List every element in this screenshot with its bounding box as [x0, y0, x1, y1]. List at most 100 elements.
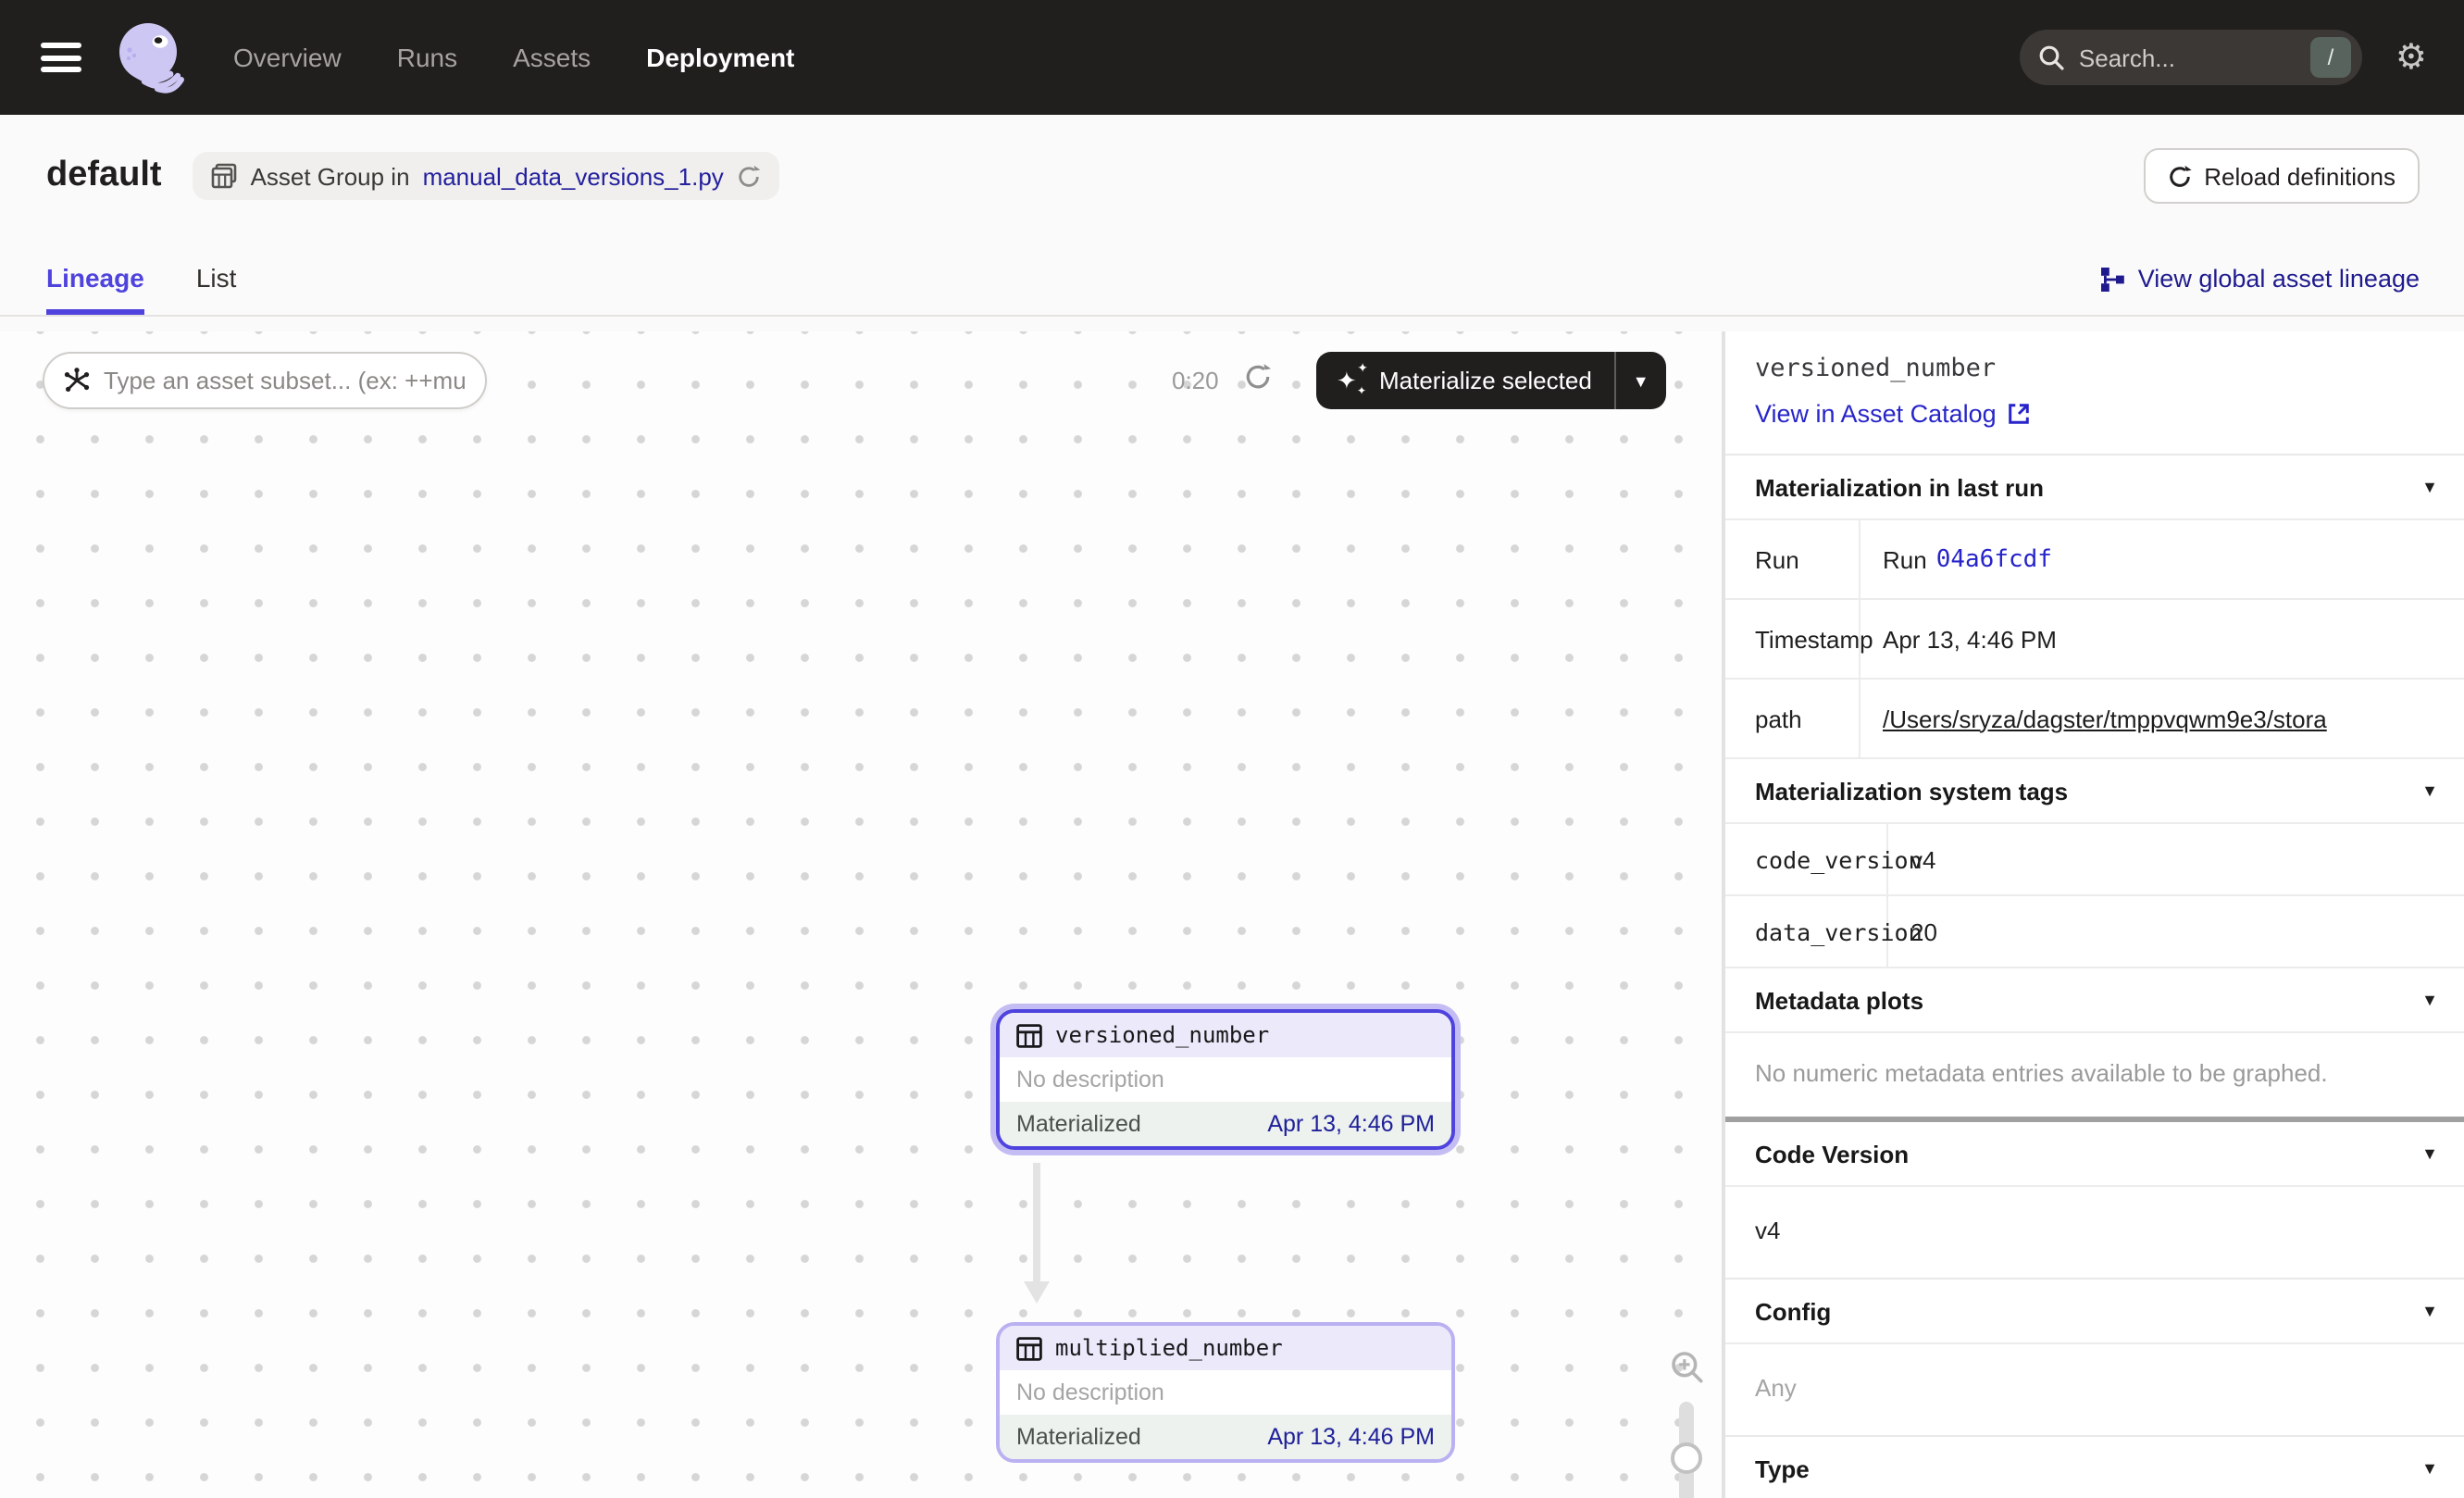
- materialized-label: Materialized: [1016, 1424, 1141, 1450]
- section-title: Type: [1755, 1454, 1810, 1482]
- page-title: default: [46, 156, 162, 196]
- tab-lineage[interactable]: Lineage: [46, 263, 144, 315]
- materialization-table: Run Run 04a6fcdf Timestamp Apr 13, 4:46 …: [1725, 518, 2464, 759]
- table-row-data-version: data_version 20: [1725, 896, 2464, 968]
- nav-item-deployment[interactable]: Deployment: [646, 43, 794, 72]
- asset-node-versioned-number[interactable]: versioned_number No description Material…: [996, 1009, 1455, 1150]
- page-header: default Asset Group in manual_data_versi…: [0, 115, 2464, 230]
- asset-subset-input[interactable]: [104, 367, 467, 394]
- external-link-icon: [2008, 402, 2032, 426]
- asset-node-title: multiplied_number: [1055, 1335, 1283, 1361]
- asset-node-header: versioned_number: [1000, 1013, 1451, 1057]
- materialized-timestamp-link[interactable]: Apr 13, 4:46 PM: [1267, 1424, 1435, 1450]
- materialize-selected-button[interactable]: ✦✦✦ Materialize selected: [1316, 352, 1614, 409]
- top-navbar: Overview Runs Assets Deployment / ⚙: [0, 0, 2464, 115]
- catalog-link-label: View in Asset Catalog: [1755, 400, 1997, 428]
- settings-gear-icon[interactable]: ⚙: [2396, 40, 2427, 75]
- section-title: Config: [1755, 1297, 1831, 1325]
- pill-refresh-icon[interactable]: [737, 164, 761, 188]
- view-in-asset-catalog-link[interactable]: View in Asset Catalog: [1755, 400, 2434, 428]
- section-title: Materialization in last run: [1755, 473, 2044, 501]
- lineage-edge-arrow: [1024, 1163, 1050, 1307]
- row-value: Run 04a6fcdf: [1860, 520, 2464, 598]
- row-value: v4: [1888, 824, 2464, 894]
- zoom-in-icon[interactable]: [1669, 1346, 1704, 1387]
- section-system-tags[interactable]: Materialization system tags ▼: [1725, 759, 2464, 822]
- refresh-timer: 0:20: [1172, 367, 1219, 394]
- section-config[interactable]: Config ▼: [1725, 1280, 2464, 1342]
- dagster-app: Overview Runs Assets Deployment / ⚙ defa…: [0, 0, 2464, 1498]
- dagster-logo-icon[interactable]: [111, 19, 189, 96]
- chevron-down-icon: ▼: [2421, 1302, 2438, 1320]
- nav-item-runs[interactable]: Runs: [397, 43, 457, 72]
- sparkle-icon: ✦✦✦: [1338, 367, 1366, 394]
- asset-detail-panel: versioned_number View in Asset Catalog M…: [1724, 331, 2464, 1498]
- panel-asset-name: versioned_number: [1755, 354, 2434, 383]
- asset-graph-pane: 0:20 ✦✦✦ Materialize selected ▼ versione…: [0, 331, 1724, 1498]
- materialized-timestamp-link[interactable]: Apr 13, 4:46 PM: [1267, 1111, 1435, 1137]
- section-title: Materialization system tags: [1755, 777, 2068, 805]
- table-icon: [1016, 1023, 1042, 1047]
- nav-item-overview[interactable]: Overview: [233, 43, 342, 72]
- zoom-slider-handle[interactable]: [1671, 1442, 1702, 1474]
- chevron-down-icon: ▼: [2421, 991, 2438, 1009]
- table-row-run: Run Run 04a6fcdf: [1725, 520, 2464, 600]
- run-id-link[interactable]: 04a6fcdf: [1936, 545, 2052, 573]
- table-row-timestamp: Timestamp Apr 13, 4:46 PM: [1725, 600, 2464, 680]
- view-global-asset-lineage-link[interactable]: View global asset lineage: [2099, 265, 2420, 315]
- lineage-graph-icon: [2099, 266, 2125, 292]
- materialize-split-button: ✦✦✦ Materialize selected ▼: [1316, 352, 1666, 409]
- asset-node-status-row: Materialized Apr 13, 4:46 PM: [1000, 1415, 1451, 1459]
- asset-node-description: No description: [1000, 1370, 1451, 1415]
- table-icon: [1016, 1336, 1042, 1360]
- reload-definitions-label: Reload definitions: [2204, 162, 2396, 190]
- asset-node-description: No description: [1000, 1057, 1451, 1102]
- asset-group-file-link[interactable]: manual_data_versions_1.py: [423, 162, 724, 190]
- asset-subset-filter[interactable]: [43, 352, 487, 409]
- row-key: code_version: [1725, 824, 1888, 894]
- reload-definitions-button[interactable]: Reload definitions: [2143, 148, 2420, 204]
- table-row-path: path /Users/sryza/dagster/tmppvqwm9e3/st…: [1725, 680, 2464, 759]
- path-link[interactable]: /Users/sryza/dagster/tmppvqwm9e3/stora: [1883, 705, 2327, 732]
- global-search[interactable]: /: [2020, 30, 2362, 85]
- panel-head: versioned_number View in Asset Catalog: [1725, 331, 2464, 454]
- materialized-label: Materialized: [1016, 1111, 1141, 1137]
- global-lineage-label: View global asset lineage: [2138, 265, 2420, 293]
- chevron-down-icon: ▼: [2421, 1144, 2438, 1163]
- chevron-down-icon: ▼: [2421, 781, 2438, 800]
- asset-node-status-row: Materialized Apr 13, 4:46 PM: [1000, 1102, 1451, 1146]
- asset-node-title: versioned_number: [1055, 1022, 1269, 1048]
- section-metadata-plots[interactable]: Metadata plots ▼: [1725, 968, 2464, 1031]
- search-input[interactable]: [2079, 44, 2310, 71]
- section-code-version[interactable]: Code Version ▼: [1725, 1122, 2464, 1185]
- asset-group-icon: [212, 163, 238, 189]
- reload-icon: [2167, 164, 2191, 188]
- asset-node-multiplied-number[interactable]: multiplied_number No description Materia…: [996, 1322, 1455, 1463]
- search-shortcut-badge: /: [2310, 37, 2351, 78]
- metadata-plots-empty-note: No numeric metadata entries available to…: [1725, 1031, 2464, 1117]
- section-materialization-last-run[interactable]: Materialization in last run ▼: [1725, 456, 2464, 518]
- row-key: path: [1725, 680, 1860, 757]
- graph-refresh-icon[interactable]: [1244, 363, 1272, 391]
- materialize-dropdown-button[interactable]: ▼: [1614, 352, 1666, 409]
- zoom-slider[interactable]: [1679, 1402, 1694, 1498]
- tab-list[interactable]: List: [196, 263, 237, 315]
- table-row-code-version: code_version v4: [1725, 824, 2464, 896]
- row-key: data_version: [1725, 896, 1888, 967]
- row-key: Timestamp: [1725, 600, 1860, 678]
- hamburger-menu-icon[interactable]: [41, 43, 81, 72]
- row-key: Run: [1725, 520, 1860, 598]
- section-type[interactable]: Type ▼: [1725, 1437, 2464, 1498]
- run-prefix: Run: [1883, 545, 1927, 573]
- asset-graph-icon: [63, 367, 91, 394]
- row-value: 20: [1888, 896, 2464, 967]
- asset-group-pill: Asset Group in manual_data_versions_1.py: [193, 152, 779, 200]
- search-icon: [2038, 44, 2064, 70]
- nav-item-assets[interactable]: Assets: [513, 43, 591, 72]
- row-value: Apr 13, 4:46 PM: [1860, 600, 2464, 678]
- asset-group-label: Asset Group in: [251, 162, 410, 190]
- config-value: Any: [1725, 1342, 2464, 1435]
- chevron-down-icon: ▼: [2421, 478, 2438, 496]
- section-title: Metadata plots: [1755, 986, 1923, 1014]
- code-version-value: v4: [1725, 1185, 2464, 1278]
